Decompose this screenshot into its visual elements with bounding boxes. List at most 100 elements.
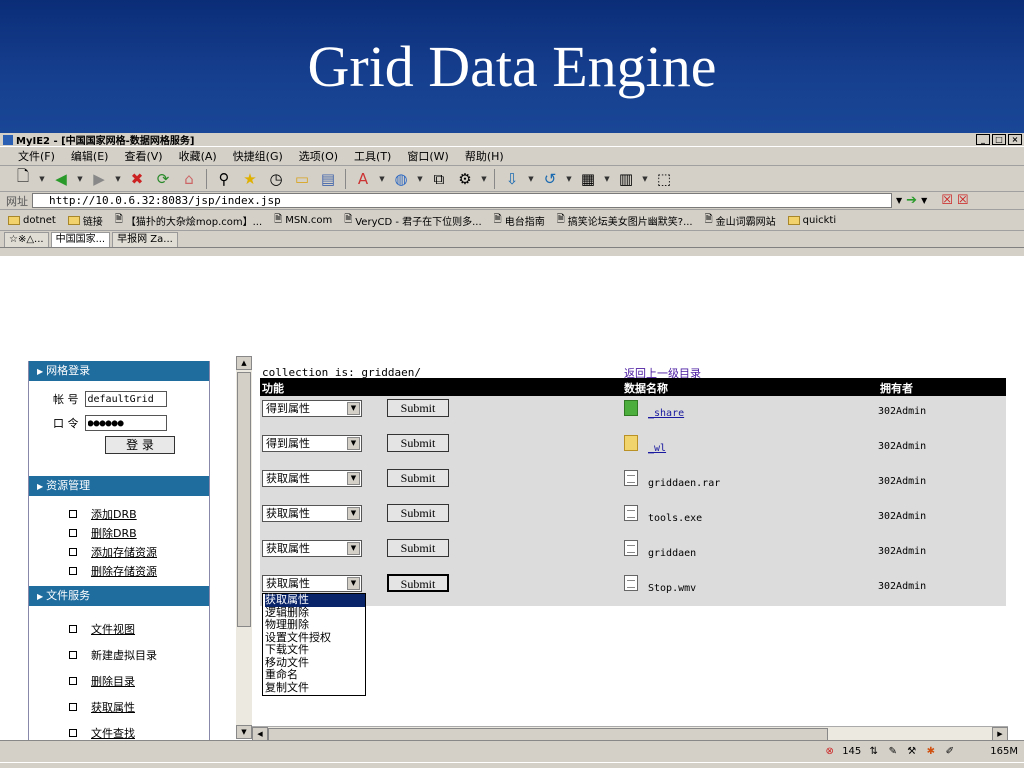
menu-groups[interactable]: 快捷组(G) (233, 148, 283, 164)
chevron-down-icon[interactable]: ▼ (114, 175, 122, 183)
page-icon[interactable]: ▤ (317, 168, 339, 190)
link-add-drb[interactable]: 添加DRB (91, 506, 137, 522)
checkbox[interactable] (69, 625, 77, 633)
menu-help[interactable]: 帮助(H) (465, 148, 504, 164)
brush-icon[interactable]: ✎ (886, 745, 899, 758)
dropdown-option[interactable]: 复制文件 (265, 681, 365, 695)
checkbox[interactable] (69, 703, 77, 711)
menu-tools[interactable]: 工具(T) (354, 148, 391, 164)
function-select[interactable]: 获取属性 ▼ (262, 540, 362, 557)
tile-icon[interactable]: ▦ (577, 168, 599, 190)
chevron-down-icon[interactable]: ▼ (347, 472, 360, 485)
chevron-down-icon[interactable]: ▼ (641, 175, 649, 183)
link-file-view[interactable]: 文件视图 (91, 621, 135, 637)
undo-icon[interactable]: ↺ (539, 168, 561, 190)
minimize-button[interactable]: _ (976, 134, 990, 145)
proxy-icon[interactable]: ⚙ (454, 168, 476, 190)
function-select[interactable]: 得到属性 ▼ (262, 400, 362, 417)
search-icon[interactable]: ⚲ (213, 168, 235, 190)
plugin-icon[interactable]: ✱ (924, 745, 937, 758)
submit-button[interactable]: Submit (387, 434, 449, 452)
go-icon[interactable]: ➔ (906, 193, 917, 208)
close-all-icon[interactable]: ☒ (957, 193, 969, 208)
checkbox[interactable] (69, 651, 77, 659)
function-select[interactable]: 获取属性 ▼ (262, 470, 362, 487)
checkbox[interactable] (69, 547, 77, 556)
checkbox[interactable] (69, 509, 77, 518)
scroll-down-icon[interactable]: ▼ (236, 725, 252, 739)
checkbox[interactable] (69, 677, 77, 685)
submit-button[interactable]: Submit (387, 574, 449, 592)
function-select[interactable]: 获取属性 ▼ (262, 505, 362, 522)
password-input[interactable] (84, 415, 167, 431)
link-forum[interactable]: 🗎 搞笑论坛美女图片幽默笑?... (557, 212, 693, 229)
chevron-down-icon[interactable]: ▼ (603, 175, 611, 183)
menu-window[interactable]: 窗口(W) (407, 148, 448, 164)
menu-options[interactable]: 选项(O) (299, 148, 338, 164)
chevron-down-icon[interactable]: ▼ (76, 175, 84, 183)
link-quicktime[interactable]: quickti (787, 215, 836, 226)
dropdown-option[interactable]: 下载文件 (265, 643, 365, 657)
chevron-down-icon[interactable]: ▼ (347, 437, 360, 450)
close-button[interactable]: × (1008, 134, 1022, 145)
scroll-up-icon[interactable]: ▲ (236, 356, 252, 370)
edit-icon[interactable]: ✐ (943, 745, 956, 758)
submit-button[interactable]: Submit (387, 504, 449, 522)
checkbox[interactable] (69, 528, 77, 537)
link-new-virtual-dir[interactable]: 新建虚拟目录 (91, 647, 157, 663)
back-icon[interactable]: ◀ (50, 168, 72, 190)
link-kingsoft[interactable]: 🗎 金山词霸网站 (705, 212, 776, 229)
link-links[interactable]: 链接 (67, 213, 103, 228)
chevron-down-icon[interactable]: ▼ (565, 175, 573, 183)
link-delete-dir[interactable]: 删除目录 (91, 673, 135, 689)
chevron-down-icon[interactable]: ▼ (38, 175, 46, 183)
link-add-storage[interactable]: 添加存储资源 (91, 544, 157, 560)
function-select[interactable]: 得到属性 ▼ (262, 435, 362, 452)
fullscreen-icon[interactable]: ⬚ (653, 168, 675, 190)
history-icon[interactable]: ◷ (265, 168, 287, 190)
chevron-down-icon[interactable]: ▼ (347, 542, 360, 555)
account-input[interactable] (84, 391, 167, 407)
tab-3[interactable]: 早报网 Za... (112, 232, 178, 247)
dropdown-option[interactable]: 获取属性 (265, 593, 365, 607)
chevron-down-icon[interactable]: ▼ (378, 175, 386, 183)
dropdown-option[interactable]: 物理删除 (265, 618, 365, 632)
submit-button[interactable]: Submit (387, 399, 449, 417)
chevron-down-icon[interactable]: ▼ (347, 507, 360, 520)
scroll-right-icon[interactable]: ▶ (992, 727, 1008, 741)
blocked-popup-icon[interactable]: ⊗ (823, 745, 836, 758)
menu-favorites[interactable]: 收藏(A) (179, 148, 217, 164)
globe-icon[interactable]: ◍ (390, 168, 412, 190)
maximize-button[interactable]: □ (992, 134, 1006, 145)
link-delete-drb[interactable]: 删除DRB (91, 525, 137, 541)
link-dotnet[interactable]: dotnet (8, 215, 56, 226)
vertical-scrollbar[interactable]: ▲ ▼ (236, 356, 252, 739)
network-icon[interactable]: ⇅ (867, 745, 880, 758)
new-window-icon[interactable]: 🗋 (12, 167, 34, 190)
tab-1[interactable]: ☆※△... (4, 232, 49, 247)
link-mop[interactable]: 🗎 【猫扑的大杂烩mop.com】... (115, 212, 262, 229)
link-msn[interactable]: 🗎 MSN.com (274, 212, 332, 229)
menu-file[interactable]: 文件(F) (18, 148, 55, 164)
scroll-thumb[interactable] (237, 372, 251, 627)
menu-edit[interactable]: 编辑(E) (71, 148, 109, 164)
close-page-icon[interactable]: ☒ (941, 193, 953, 208)
refresh-icon[interactable]: ⟳ (152, 168, 174, 190)
home-icon[interactable]: ⌂ (178, 168, 200, 190)
open-link-icon[interactable]: ⧉ (428, 168, 450, 190)
file-name[interactable]: _wl (648, 443, 666, 454)
link-delete-storage[interactable]: 删除存储资源 (91, 563, 157, 579)
checkbox[interactable] (69, 729, 77, 737)
columns-icon[interactable]: ▥ (615, 168, 637, 190)
chevron-down-icon[interactable]: ▼ (347, 402, 360, 415)
menu-view[interactable]: 查看(V) (124, 148, 162, 164)
function-select[interactable]: 获取属性 ▼ (262, 575, 362, 592)
favorites-star-icon[interactable]: ★ (239, 168, 261, 190)
chevron-down-icon[interactable]: ▼ (480, 175, 488, 183)
submit-button[interactable]: Submit (387, 539, 449, 557)
file-name[interactable]: _share (648, 408, 684, 419)
folder-icon[interactable]: ▭ (291, 168, 313, 190)
scroll-left-icon[interactable]: ◀ (252, 727, 268, 741)
forward-icon[interactable]: ▶ (88, 168, 110, 190)
link-verycd[interactable]: 🗎 VeryCD - 君子在下位则多... (344, 212, 481, 229)
